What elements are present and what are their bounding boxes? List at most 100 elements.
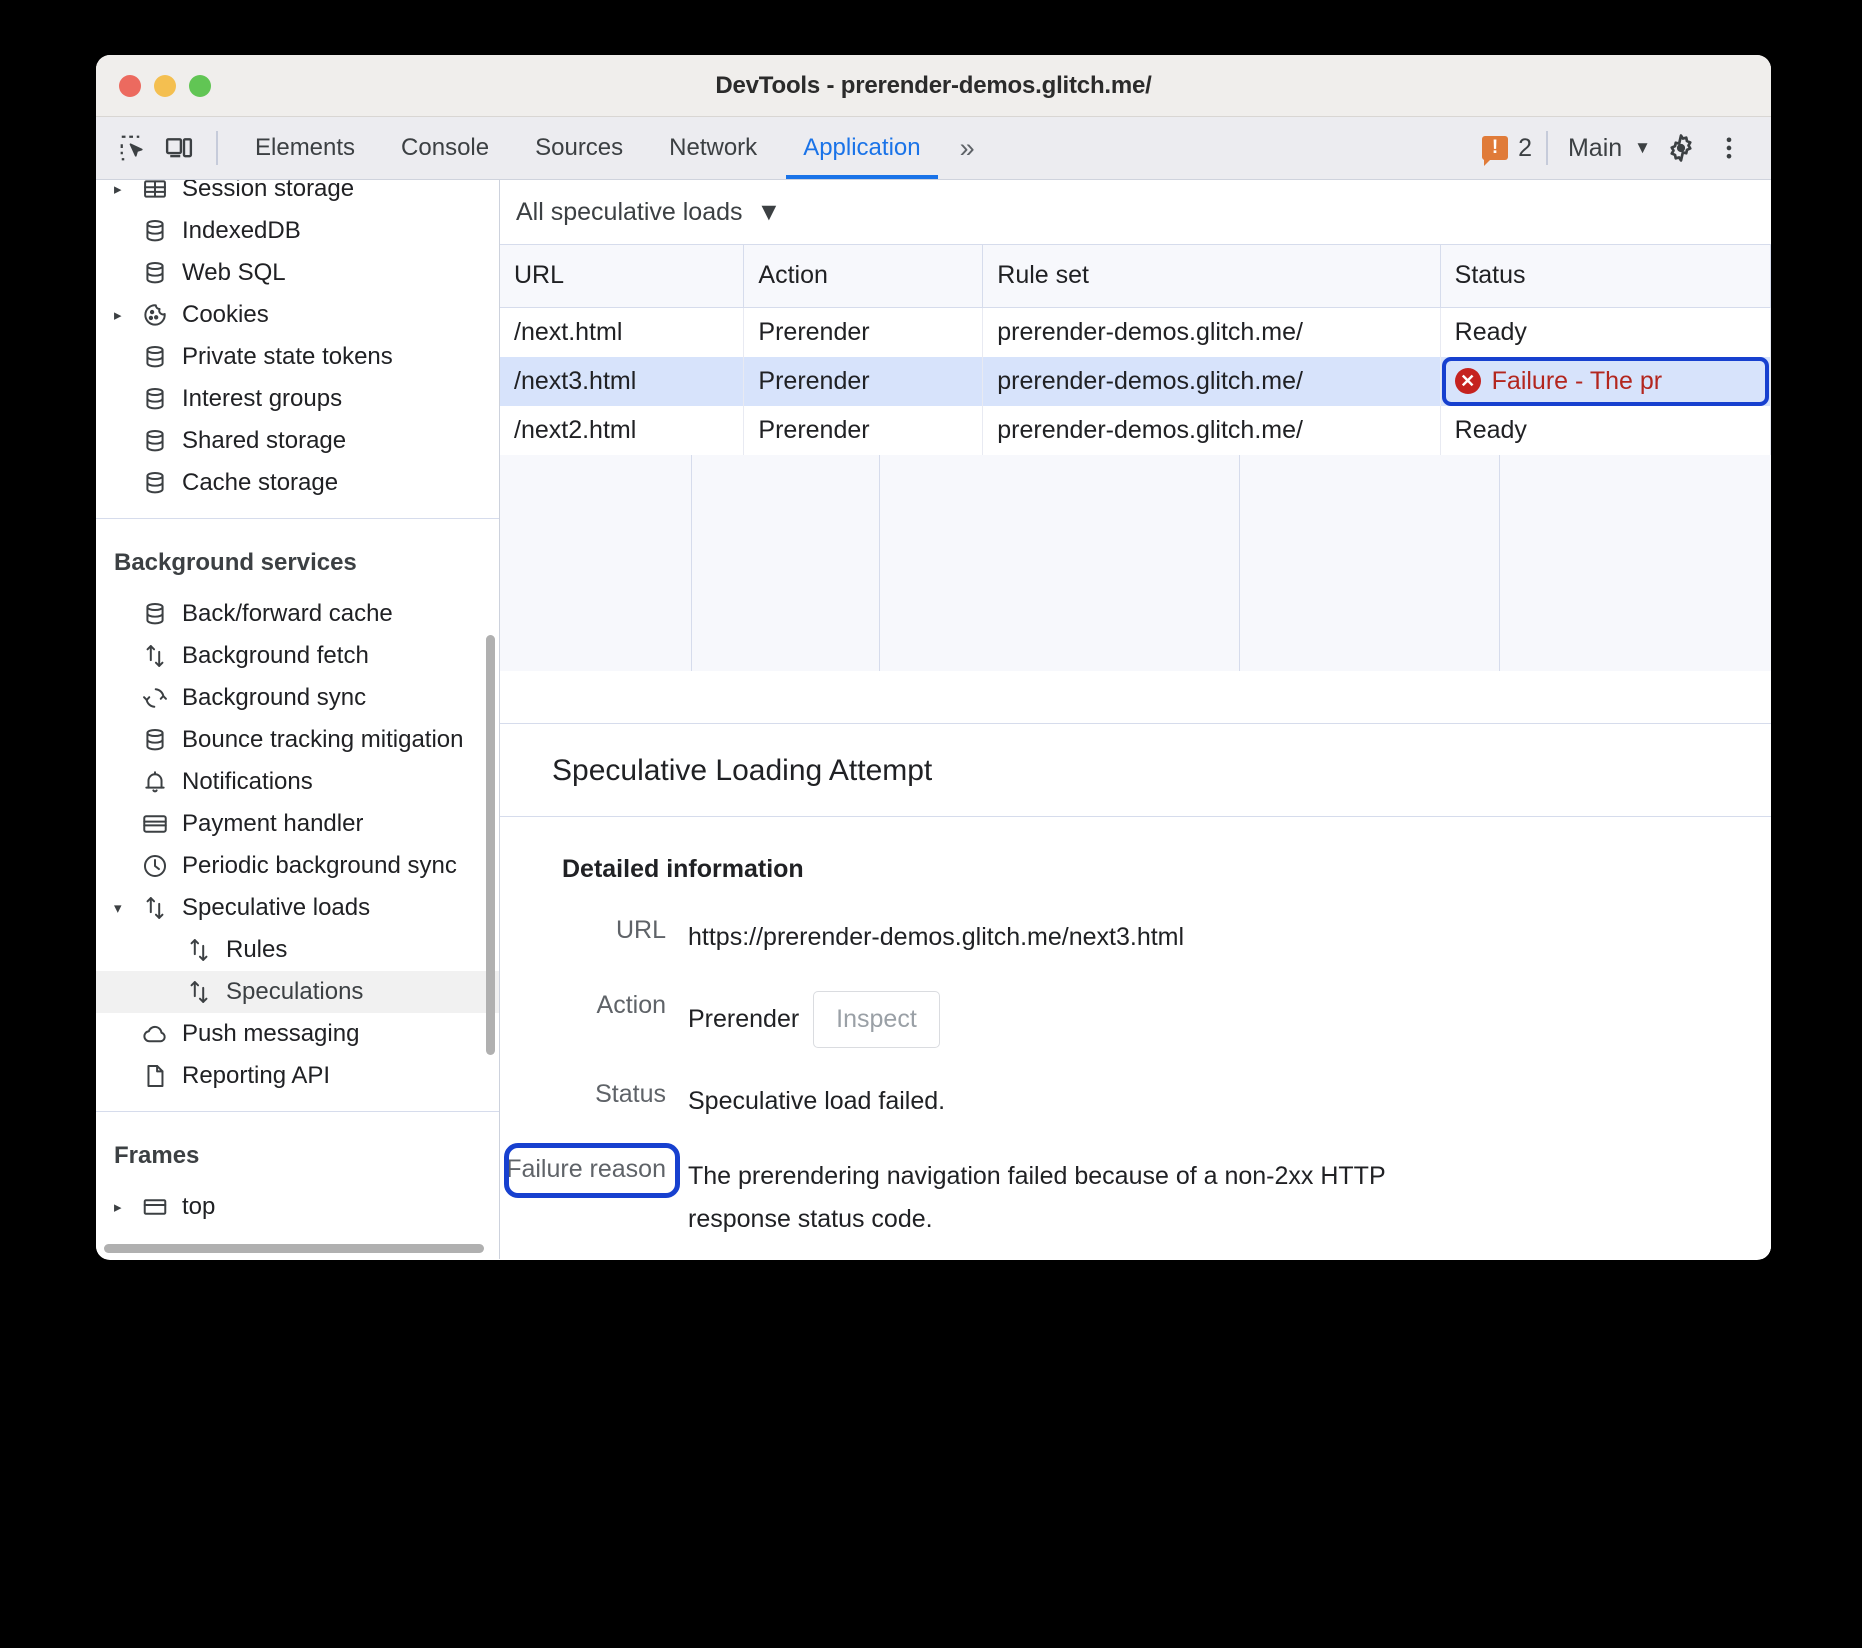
status-text: Failure - The pr	[1492, 367, 1662, 396]
tab-network-label: Network	[669, 134, 757, 162]
detail-value-action-group: PrerenderInspect	[688, 991, 940, 1048]
cell-ruleset: prerender-demos.glitch.me/	[983, 406, 1440, 455]
table-header-row: URL Action Rule set Status	[500, 245, 1771, 307]
chevron-right-icon[interactable]: ▸	[114, 180, 138, 198]
sidebar-item-notifications[interactable]: ▸Notifications	[96, 761, 499, 803]
sidebar-item-label: Back/forward cache	[182, 600, 393, 628]
sidebar-item-label: Speculations	[226, 978, 363, 1006]
tab-application[interactable]: Application	[780, 117, 943, 179]
sidebar-item-back-forward-cache[interactable]: ▸Back/forward cache	[96, 593, 499, 635]
sidebar-item-private-state-tokens[interactable]: ▸Private state tokens	[96, 336, 499, 378]
sidebar-item-cookies[interactable]: ▸ Cookies	[96, 294, 499, 336]
column-header-action[interactable]: Action	[744, 245, 983, 307]
column-header-status[interactable]: Status	[1440, 245, 1770, 307]
speculations-panel: All speculative loads ▼ URL Action Rule …	[500, 180, 1771, 1259]
devtools-toolbar: Elements Console Sources Network Applica…	[96, 117, 1771, 180]
sidebar-vertical-scrollbar[interactable]	[486, 635, 495, 1055]
devtools-body: ▸Session storage▸IndexedDB▸Web SQL▸Cooki…	[96, 180, 1771, 1259]
sidebar-item-bounce-tracking-mitigation[interactable]: ▸Bounce tracking mitigation	[96, 719, 499, 761]
kebab-menu-icon[interactable]	[1705, 124, 1753, 172]
warning-count: 2	[1518, 134, 1532, 163]
cell-action: Prerender	[744, 357, 983, 406]
sidebar-item-shared-storage[interactable]: ▸Shared storage	[96, 420, 499, 462]
sidebar-item-top[interactable]: ▸top	[96, 1186, 499, 1228]
database-icon	[138, 600, 172, 628]
background-services-heading: Background services	[96, 519, 499, 593]
detail-label-status: Status	[500, 1080, 688, 1109]
inspect-element-icon[interactable]	[110, 125, 156, 171]
sidebar-item-cache-storage[interactable]: ▸Cache storage	[96, 462, 499, 504]
sidebar-item-speculations[interactable]: ▸Speculations	[96, 971, 499, 1013]
chevron-down-icon[interactable]: ▾	[114, 899, 138, 917]
toolbar-divider	[216, 131, 218, 165]
sidebar-item-session-storage[interactable]: ▸Session storage	[96, 180, 499, 210]
more-tabs-icon[interactable]: »	[944, 117, 988, 179]
inspect-button[interactable]: Inspect	[813, 991, 940, 1048]
cell-ruleset: prerender-demos.glitch.me/	[983, 307, 1440, 357]
gear-icon[interactable]	[1657, 124, 1705, 172]
panel-tabs: Elements Console Sources Network Applica…	[232, 117, 988, 179]
chevron-right-icon[interactable]: ▸	[114, 306, 138, 324]
cell-status: ✕Failure - The pr	[1440, 357, 1770, 406]
sidebar-item-label: Periodic background sync	[182, 852, 457, 880]
sidebar-horizontal-scrollbar[interactable]	[104, 1244, 484, 1253]
table-row[interactable]: /next.htmlPrerenderprerender-demos.glitc…	[500, 307, 1771, 357]
chevron-right-icon[interactable]: ▸	[114, 1198, 138, 1216]
device-toolbar-icon[interactable]	[156, 125, 202, 171]
speculative-loads-filter-dropdown[interactable]: All speculative loads ▼	[516, 198, 781, 227]
database-icon	[138, 217, 172, 245]
failure-reason-label-text: Failure reason	[506, 1155, 666, 1183]
detail-panel: Speculative Loading Attempt Detailed inf…	[500, 724, 1771, 1259]
sidebar-item-label: Web SQL	[182, 259, 286, 287]
sidebar-item-label: IndexedDB	[182, 217, 301, 245]
cell-url: /next.html	[500, 307, 744, 357]
sidebar-item-label: Shared storage	[182, 427, 346, 455]
filter-label: All speculative loads	[516, 198, 743, 227]
sidebar-item-label: Background sync	[182, 684, 366, 712]
cell-action: Prerender	[744, 307, 983, 357]
sidebar-item-label: Cookies	[182, 301, 269, 329]
speculations-table: URL Action Rule set Status /next.htmlPre…	[500, 245, 1771, 455]
column-header-url[interactable]: URL	[500, 245, 744, 307]
sidebar-item-rules[interactable]: ▸Rules	[96, 929, 499, 971]
sidebar-item-label: Payment handler	[182, 810, 363, 838]
sidebar-item-interest-groups[interactable]: ▸Interest groups	[96, 378, 499, 420]
issues-counter[interactable]: ! 2	[1482, 134, 1532, 163]
context-selector[interactable]: Main ▼	[1562, 134, 1657, 163]
cell-status: Ready	[1440, 406, 1770, 455]
sidebar-item-web-sql[interactable]: ▸Web SQL	[96, 252, 499, 294]
table-row[interactable]: /next3.htmlPrerenderprerender-demos.glit…	[500, 357, 1771, 406]
document-icon	[138, 1062, 172, 1090]
sidebar-item-payment-handler[interactable]: ▸Payment handler	[96, 803, 499, 845]
sidebar-item-push-messaging[interactable]: ▸Push messaging	[96, 1013, 499, 1055]
detail-label-url: URL	[500, 916, 688, 945]
column-header-ruleset[interactable]: Rule set	[983, 245, 1440, 307]
sidebar-item-speculative-loads[interactable]: ▾Speculative loads	[96, 887, 499, 929]
frame-icon	[138, 1193, 172, 1221]
cell-status: Ready	[1440, 307, 1770, 357]
updown-arrows-icon	[182, 978, 216, 1006]
tab-network[interactable]: Network	[646, 117, 780, 179]
cell-url: /next3.html	[500, 357, 744, 406]
detail-row-status: Status Speculative load failed.	[500, 1048, 1771, 1123]
tab-application-label: Application	[803, 134, 920, 162]
sidebar-item-indexeddb[interactable]: ▸IndexedDB	[96, 210, 499, 252]
cell-ruleset: prerender-demos.glitch.me/	[983, 357, 1440, 406]
detail-value-failure-reason: The prerendering navigation failed becau…	[688, 1155, 1448, 1241]
updown-arrows-icon	[182, 936, 216, 964]
tab-sources[interactable]: Sources	[512, 117, 646, 179]
table-row[interactable]: /next2.htmlPrerenderprerender-demos.glit…	[500, 406, 1771, 455]
tab-elements[interactable]: Elements	[232, 117, 378, 179]
sidebar-item-label: Push messaging	[182, 1020, 359, 1048]
tab-console[interactable]: Console	[378, 117, 512, 179]
sidebar-item-background-sync[interactable]: ▸Background sync	[96, 677, 499, 719]
sidebar-item-label: Cache storage	[182, 469, 338, 497]
sidebar-item-periodic-background-sync[interactable]: ▸Periodic background sync	[96, 845, 499, 887]
table-body: /next.htmlPrerenderprerender-demos.glitc…	[500, 307, 1771, 455]
sidebar-item-reporting-api[interactable]: ▸Reporting API	[96, 1055, 499, 1097]
empty-col-ruleset	[880, 455, 1240, 671]
status-badge-failure: ✕Failure - The pr	[1455, 367, 1770, 396]
devtools-window: DevTools - prerender-demos.glitch.me/ El…	[96, 55, 1771, 1260]
detail-row-failure-reason: Failure reason The prerendering navigati…	[500, 1123, 1771, 1241]
sidebar-item-background-fetch[interactable]: ▸Background fetch	[96, 635, 499, 677]
